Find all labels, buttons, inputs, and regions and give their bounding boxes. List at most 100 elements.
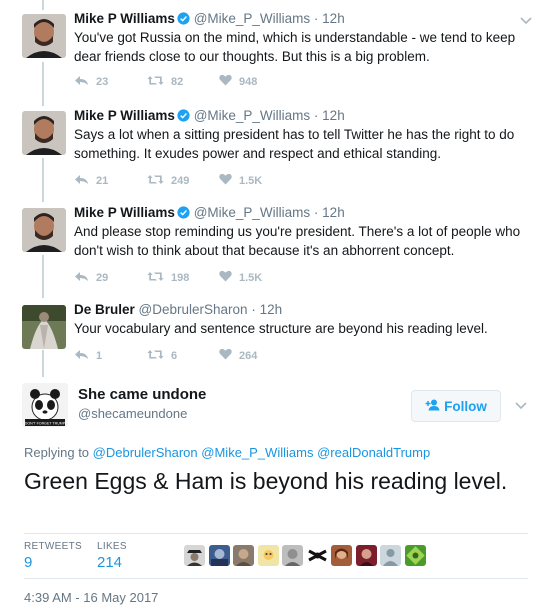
thread-tweet[interactable]: Mike P Williams @Mike_P_Williams · 12h Y…: [0, 10, 556, 96]
main-tweet-text: Green Eggs & Ham is beyond his reading l…: [24, 468, 508, 494]
follow-button[interactable]: Follow: [411, 390, 501, 422]
reply-count: 29: [96, 271, 109, 284]
retweet-count: 249: [171, 174, 190, 187]
reply-button[interactable]: 29: [74, 271, 147, 285]
tweet-header: Mike P Williams @Mike_P_Williams · 12h: [74, 107, 345, 127]
replying-prefix: Replying to: [24, 445, 90, 460]
thread-line: [42, 0, 44, 10]
tweet-time[interactable]: 12h: [322, 11, 345, 26]
separator-dot: ·: [310, 11, 323, 26]
reply-icon: [74, 174, 89, 188]
likers-avatars: [184, 545, 429, 566]
retweet-icon: [147, 271, 164, 285]
mention-link[interactable]: @Mike_P_Williams: [201, 445, 313, 460]
separator-dot: ·: [310, 205, 323, 220]
like-button[interactable]: 948: [219, 74, 257, 89]
tweet-time[interactable]: 12h: [322, 108, 345, 123]
liker-avatar[interactable]: [282, 545, 303, 566]
reply-icon: [74, 349, 89, 363]
retweets-stat[interactable]: RETWEETS 9: [24, 541, 82, 571]
retweet-button[interactable]: 82: [147, 75, 219, 89]
tweet-actions: 29 198 1.5K: [74, 270, 262, 285]
tweet-actions: 1 6 264: [74, 348, 257, 363]
tweet-timestamp[interactable]: 4:39 AM - 16 May 2017: [24, 590, 158, 605]
author-name[interactable]: She came undone: [78, 386, 206, 403]
tweet-header: Mike P Williams @Mike_P_Williams · 12h: [74, 10, 345, 30]
author-name[interactable]: Mike P Williams: [74, 108, 175, 123]
reply-count: 21: [96, 174, 109, 187]
reply-button[interactable]: 23: [74, 75, 147, 89]
tweet-time[interactable]: 12h: [260, 302, 283, 317]
avatar[interactable]: [22, 305, 66, 349]
tweet-text: You've got Russia on the mind, which is …: [74, 30, 516, 64]
liker-avatar[interactable]: [233, 545, 254, 566]
author-handle[interactable]: @shecameundone: [78, 406, 187, 421]
retweet-button[interactable]: 198: [147, 271, 219, 285]
liker-avatar[interactable]: [306, 545, 328, 566]
add-user-icon: [425, 399, 444, 414]
heart-icon: [219, 74, 232, 89]
reply-count: 23: [96, 75, 109, 88]
retweets-count: 9: [24, 554, 33, 571]
author-name[interactable]: Mike P Williams: [74, 205, 175, 220]
likes-label: LIKES: [97, 541, 127, 552]
author-name[interactable]: De Bruler: [74, 302, 135, 317]
tweet-text: And please stop reminding us you're pres…: [74, 224, 521, 258]
author-handle[interactable]: @Mike_P_Williams: [194, 205, 310, 220]
like-count: 264: [239, 349, 258, 362]
liker-avatar[interactable]: [355, 545, 377, 566]
liker-avatar[interactable]: [184, 545, 205, 566]
retweet-count: 6: [171, 349, 178, 362]
like-count: 1.5K: [239, 174, 263, 187]
retweet-button[interactable]: 6: [147, 349, 219, 363]
liker-avatar[interactable]: [380, 545, 401, 566]
reply-icon: [74, 271, 89, 285]
author-name[interactable]: Mike P Williams: [74, 11, 175, 26]
reply-button[interactable]: 1: [74, 349, 147, 363]
liker-avatar[interactable]: [331, 545, 352, 566]
liker-avatar[interactable]: [257, 545, 279, 566]
heart-icon: [219, 270, 232, 285]
separator-dot: ·: [247, 302, 260, 317]
retweets-label: RETWEETS: [24, 541, 82, 552]
liker-avatar[interactable]: [208, 545, 230, 566]
reply-icon: [74, 75, 89, 89]
heart-icon: [219, 173, 232, 188]
mention-link[interactable]: @DebrulerSharon: [93, 445, 198, 460]
chevron-down-icon[interactable]: [515, 397, 527, 415]
tweet-text: Your vocabulary and sentence structure a…: [74, 321, 488, 336]
likes-stat[interactable]: LIKES 214: [97, 541, 127, 571]
thread-tweet[interactable]: Mike P Williams @Mike_P_Williams · 12h S…: [0, 107, 556, 193]
follow-label: Follow: [444, 398, 487, 414]
like-button[interactable]: 264: [219, 348, 257, 363]
like-button[interactable]: 1.5K: [219, 173, 262, 188]
avatar-caption: DON'T FORGET TRUMP: [25, 422, 66, 426]
liker-avatar[interactable]: [404, 545, 426, 566]
avatar[interactable]: [22, 111, 66, 155]
retweet-button[interactable]: 249: [147, 174, 219, 188]
retweet-icon: [147, 349, 164, 363]
retweet-icon: [147, 75, 164, 89]
retweet-count: 82: [171, 75, 184, 88]
tweet-header: De Bruler @DebrulerSharon · 12h: [74, 301, 282, 319]
like-count: 1.5K: [239, 271, 263, 284]
thread-tweet[interactable]: Mike P Williams @Mike_P_Williams · 12h A…: [0, 204, 556, 290]
separator-dot: ·: [310, 108, 323, 123]
thread-tweet[interactable]: De Bruler @DebrulerSharon · 12h Your voc…: [0, 301, 556, 371]
likes-count: 214: [97, 554, 123, 571]
avatar[interactable]: [22, 14, 66, 58]
author-handle[interactable]: @DebrulerSharon: [139, 302, 248, 317]
tweet-time[interactable]: 12h: [322, 205, 345, 220]
avatar[interactable]: [22, 208, 66, 252]
mention-link[interactable]: @realDonaldTrump: [317, 445, 430, 460]
divider: [24, 578, 528, 579]
reply-button[interactable]: 21: [74, 174, 147, 188]
like-button[interactable]: 1.5K: [219, 270, 262, 285]
heart-icon: [219, 348, 232, 363]
retweet-count: 198: [171, 271, 190, 284]
author-handle[interactable]: @Mike_P_Williams: [194, 108, 310, 123]
author-handle[interactable]: @Mike_P_Williams: [194, 11, 310, 26]
replying-to: Replying to @DebrulerSharon @Mike_P_Will…: [24, 445, 430, 460]
divider: [24, 533, 528, 534]
avatar[interactable]: DON'T FORGET TRUMP: [22, 383, 68, 427]
